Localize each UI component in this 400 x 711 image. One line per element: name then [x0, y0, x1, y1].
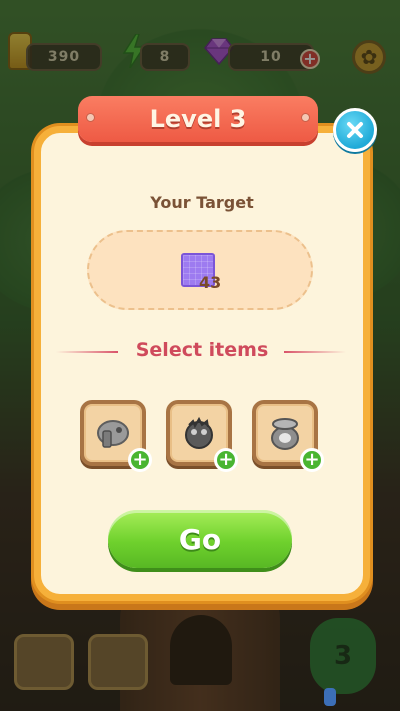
- plus-icon: +: [218, 449, 234, 470]
- go-button[interactable]: Go: [108, 510, 292, 568]
- level-title: Level 3: [149, 105, 247, 133]
- close-icon: [347, 122, 363, 138]
- target-label: Your Target: [150, 193, 254, 212]
- divider-right: [284, 351, 346, 353]
- watermark-badge: [324, 688, 336, 706]
- plus-icon: +: [132, 449, 148, 470]
- go-label: Go: [178, 522, 222, 556]
- rivet-icon: [86, 113, 95, 122]
- close-button[interactable]: [333, 108, 377, 152]
- pot-booster-icon: [271, 418, 299, 450]
- level-title-banner: Level 3: [78, 96, 318, 142]
- plus-icon: +: [304, 449, 320, 470]
- select-items-label: Select items: [135, 339, 269, 361]
- add-hammer-button[interactable]: +: [128, 448, 152, 472]
- bomb-booster-icon: [185, 416, 213, 449]
- add-bomb-button[interactable]: +: [214, 448, 238, 472]
- target-count: 43: [199, 273, 222, 292]
- hammer-booster-icon: [97, 420, 129, 448]
- rivet-icon: [301, 113, 310, 122]
- add-pot-button[interactable]: +: [300, 448, 324, 472]
